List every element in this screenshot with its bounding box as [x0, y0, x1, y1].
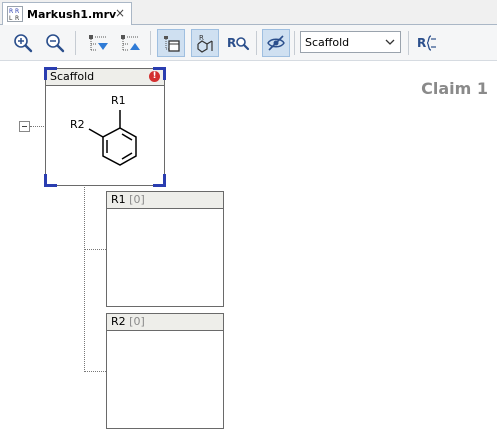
collapse-all-icon	[121, 35, 140, 51]
document-tab-title: Markush1.mrv	[27, 7, 117, 21]
rgroup-node-r2[interactable]: R2 [0]	[106, 313, 224, 429]
scaffold-node[interactable]: Scaffold ! R1 R2	[44, 67, 166, 187]
tree-connector	[30, 126, 44, 127]
toolbar-separator	[294, 31, 295, 55]
rgroup-definition-button[interactable]: R	[414, 29, 442, 57]
view-select-value: Scaffold	[305, 35, 350, 49]
rgroup-search-icon: R	[227, 36, 250, 51]
close-tab-icon[interactable]: ×	[113, 6, 127, 20]
tree-connector	[84, 187, 85, 372]
rgroup-label: R2	[111, 315, 126, 328]
expand-all-icon	[89, 35, 108, 51]
zoom-out-icon	[46, 34, 65, 53]
rgroup-member-count: [0]	[129, 315, 145, 328]
zoom-out-button[interactable]	[41, 29, 69, 57]
scaffold-structure: R1 R2	[70, 94, 137, 166]
hide-eye-icon	[267, 35, 285, 51]
rgroup-search-button[interactable]: R	[224, 29, 252, 57]
scaffold-node-header: Scaffold !	[46, 69, 164, 86]
collapse-toggle-icon[interactable]	[19, 121, 30, 132]
rgroup-node-header: R2 [0]	[107, 314, 223, 331]
svg-text:R: R	[15, 15, 19, 22]
toolbar-separator	[408, 31, 409, 55]
expand-all-button[interactable]	[84, 29, 112, 57]
hide-button[interactable]	[262, 29, 290, 57]
tree-connector	[84, 249, 106, 250]
atom-label-r2: R2	[70, 118, 85, 131]
selection-corner	[44, 174, 57, 187]
rgroup-structure-icon: R	[197, 34, 213, 53]
svg-text:R: R	[417, 36, 426, 50]
selection-corner	[153, 67, 166, 80]
document-tab-bar: R R L R Markush1.mrv ×	[0, 0, 497, 25]
collapse-all-button[interactable]	[116, 29, 144, 57]
toolbar-separator	[75, 31, 76, 55]
rgroup-definition-icon: R	[417, 35, 436, 51]
markush-document-icon: R R L R	[7, 6, 23, 22]
rgroup-member-count: [0]	[129, 193, 145, 206]
atom-label-r1: R1	[111, 94, 126, 107]
rgroup-label: R1	[111, 193, 126, 206]
zoom-in-button[interactable]	[9, 29, 37, 57]
toolbar: R R Scaffold R	[0, 25, 497, 61]
svg-text:R: R	[227, 36, 236, 50]
claim-label: Claim 1	[421, 79, 488, 98]
selection-corner	[153, 174, 166, 187]
toolbar-separator	[150, 31, 151, 55]
svg-text:R: R	[9, 8, 13, 15]
markush-canvas[interactable]: Claim 1 Scaffold ! R1 R2 R1 [0] R2 [0]	[0, 62, 497, 438]
scaffold-view-button[interactable]	[157, 29, 185, 57]
rgroup-node-header: R1 [0]	[107, 192, 223, 209]
document-tab[interactable]: R R L R Markush1.mrv ×	[2, 2, 132, 25]
toolbar-separator	[256, 31, 257, 55]
rgroup-node-r1[interactable]: R1 [0]	[106, 191, 224, 307]
chevron-down-icon	[385, 39, 395, 45]
zoom-in-icon	[14, 34, 33, 53]
selection-corner	[44, 67, 57, 80]
scaffold-view-icon	[164, 36, 180, 52]
rgroup-structure-button[interactable]: R	[191, 29, 219, 57]
tree-connector	[84, 371, 106, 372]
view-select[interactable]: Scaffold	[300, 31, 401, 53]
svg-text:R: R	[15, 8, 19, 15]
